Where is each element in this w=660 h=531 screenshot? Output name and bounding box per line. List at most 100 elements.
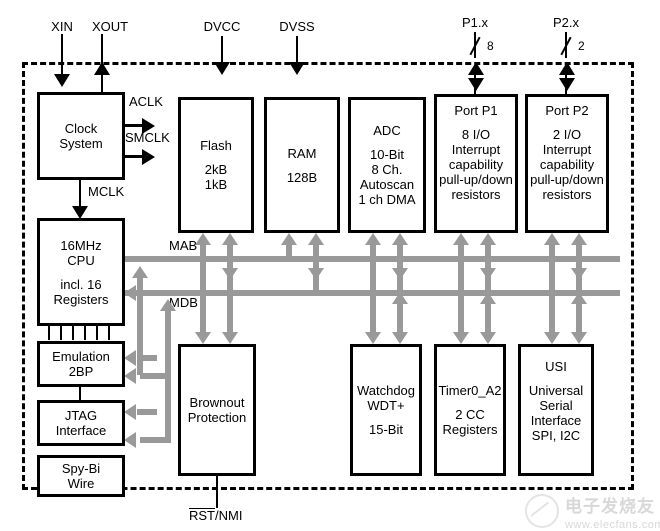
mdb-horizontal-rail bbox=[110, 290, 620, 296]
block-jtag-interface[interactable]: JTAG Interface bbox=[37, 400, 125, 446]
cpu-line-4: Registers bbox=[53, 291, 109, 307]
usi-mab-arrow-down bbox=[544, 332, 560, 344]
port-p1-detail-3: capability bbox=[448, 157, 504, 172]
p1-mdb-arrow-up bbox=[480, 233, 496, 245]
ram-mdb-arrow-up bbox=[308, 233, 324, 245]
clock-system-line-1: Clock bbox=[64, 121, 98, 136]
p2x-arrow-down bbox=[559, 78, 575, 91]
block-cpu[interactable]: 16MHz CPU incl. 16 Registers bbox=[37, 218, 125, 326]
flash-mab-stem bbox=[200, 244, 206, 260]
pin-label-dvcc: DVCC bbox=[203, 19, 241, 34]
watchdog-mab-arrow-down bbox=[365, 332, 381, 344]
brownout-line-1: Brownout bbox=[189, 395, 245, 410]
timer0-mdb-arrow-down bbox=[480, 332, 496, 344]
port-p2-title: Port P2 bbox=[545, 103, 589, 118]
watchdog-mab-stem bbox=[370, 262, 376, 334]
emulation-line-2: 2BP bbox=[68, 364, 94, 379]
cpu-emulation-tie-4 bbox=[84, 326, 86, 340]
smclk-arrow bbox=[142, 149, 155, 165]
flash-size-1: 2kB bbox=[204, 162, 228, 177]
p2-mdb-arrow-down bbox=[571, 268, 587, 280]
emulation-line-1: Emulation bbox=[52, 349, 110, 364]
watermark-text-url: www.elecfans.com bbox=[565, 519, 660, 531]
timer0-line-1: Timer0_A2 bbox=[438, 383, 502, 398]
adc-mdb-arrow-down bbox=[392, 268, 408, 280]
usi-detail-3: Interface bbox=[530, 413, 582, 428]
port-p1-detail-4: pull-up/down bbox=[439, 172, 513, 187]
xin-wire bbox=[61, 34, 63, 74]
adc-detail-2: 8 Ch. bbox=[371, 162, 403, 177]
block-spy-bi-wire[interactable]: Spy-Bi Wire bbox=[37, 455, 125, 497]
debug-riser-b-arrow bbox=[160, 299, 176, 311]
emulation-jtag-tie bbox=[79, 387, 81, 400]
watchdog-line-1: Watchdog bbox=[356, 383, 416, 398]
brownout-mab-stem bbox=[200, 262, 206, 334]
block-port-p1[interactable]: Port P1 8 I/O Interrupt capability pull-… bbox=[434, 94, 518, 233]
debug-riser-a-arrow bbox=[132, 266, 148, 278]
p2-mdb-arrow-up bbox=[571, 233, 587, 245]
spybiwire-line-2: Wire bbox=[67, 476, 95, 491]
flash-size-2: 1kB bbox=[204, 177, 228, 192]
timer0-mab-arrow-down bbox=[453, 332, 469, 344]
flash-mdb-arrow-up bbox=[222, 233, 238, 245]
block-usi[interactable]: USI Universal Serial Interface SPI, I2C bbox=[518, 344, 594, 476]
ram-size: 128B bbox=[286, 169, 318, 185]
flash-title: Flash bbox=[200, 138, 232, 153]
jtag-line-2: Interface bbox=[55, 423, 107, 438]
cpu-line-2: CPU bbox=[67, 252, 95, 268]
p1x-arrow-up bbox=[468, 62, 484, 75]
brownout-mdb-stem bbox=[227, 296, 233, 334]
flash-mdb-arrow-down bbox=[222, 268, 238, 280]
pin-label-rst-nmi: RST/NMI bbox=[189, 508, 242, 522]
timer0-mdb-stem bbox=[485, 300, 491, 334]
port-p2-detail-3: capability bbox=[539, 157, 595, 172]
block-clock-system[interactable]: Clock System bbox=[37, 92, 125, 180]
watchdog-mdb-arrow-down bbox=[392, 332, 408, 344]
brownout-mab-arrow-down bbox=[195, 332, 211, 344]
watermark: 电子发烧友 www.elecfans.com bbox=[525, 492, 660, 531]
emulation-in-arrow-2 bbox=[124, 368, 136, 384]
timer0-line-3: Registers bbox=[442, 422, 498, 437]
watermark-logo-icon bbox=[525, 494, 559, 528]
nmi-label: /NMI bbox=[215, 508, 243, 523]
jtag-line-1: JTAG bbox=[64, 408, 98, 423]
usi-mdb-stem bbox=[576, 300, 582, 334]
watchdog-line-2: WDT+ bbox=[367, 398, 405, 413]
port-p1-detail-1: 8 I/O bbox=[461, 127, 491, 142]
block-brownout-protection[interactable]: Brownout Protection bbox=[178, 344, 256, 476]
jtag-in-arrow-1 bbox=[124, 404, 136, 420]
p2-mab-arrow-up bbox=[544, 233, 560, 245]
adc-mdb-arrow-up bbox=[392, 233, 408, 245]
pin-label-xout: XOUT bbox=[91, 19, 129, 34]
block-ram[interactable]: RAM 128B bbox=[264, 97, 340, 233]
ram-mab-arrow-up bbox=[281, 233, 297, 245]
block-adc[interactable]: ADC 10-Bit 8 Ch. Autoscan 1 ch DMA bbox=[348, 97, 426, 233]
block-watchdog[interactable]: Watchdog WDT+ 15-Bit bbox=[350, 344, 422, 476]
cpu-emulation-tie-3 bbox=[72, 326, 74, 340]
block-flash[interactable]: Flash 2kB 1kB bbox=[178, 97, 254, 233]
timer0-mab-stem bbox=[458, 262, 464, 334]
adc-detail-3: Autoscan bbox=[359, 177, 415, 192]
block-emulation[interactable]: Emulation 2BP bbox=[37, 341, 125, 387]
aclk-arrow bbox=[142, 118, 155, 134]
block-timer0-a2[interactable]: Timer0_A2 2 CC Registers bbox=[434, 344, 506, 476]
usi-detail-4: SPI, I2C bbox=[531, 428, 581, 443]
timer0-line-2: 2 CC bbox=[455, 407, 485, 422]
adc-title: ADC bbox=[373, 123, 401, 138]
emulation-in-arrow-1 bbox=[124, 350, 136, 366]
xin-arrow bbox=[54, 74, 70, 87]
watchdog-mdb-stem bbox=[397, 300, 403, 334]
adc-mab-stem bbox=[370, 244, 376, 260]
usi-detail-1: Universal bbox=[528, 383, 584, 398]
usi-mdb-arrow-down bbox=[571, 332, 587, 344]
adc-detail-1: 10-Bit bbox=[370, 147, 404, 162]
dvcc-arrow bbox=[214, 62, 230, 75]
p1-mab-stem bbox=[458, 244, 464, 260]
port-p1-detail-5: resistors bbox=[451, 187, 501, 202]
usi-title: USI bbox=[545, 359, 567, 374]
block-port-p2[interactable]: Port P2 2 I/O Interrupt capability pull-… bbox=[525, 94, 609, 233]
p2x-bus-width: 2 bbox=[578, 39, 585, 53]
brownout-mdb-arrow-down bbox=[222, 332, 238, 344]
mab-horizontal-rail bbox=[110, 256, 620, 262]
pin-label-p2x: P2.x bbox=[552, 15, 579, 30]
